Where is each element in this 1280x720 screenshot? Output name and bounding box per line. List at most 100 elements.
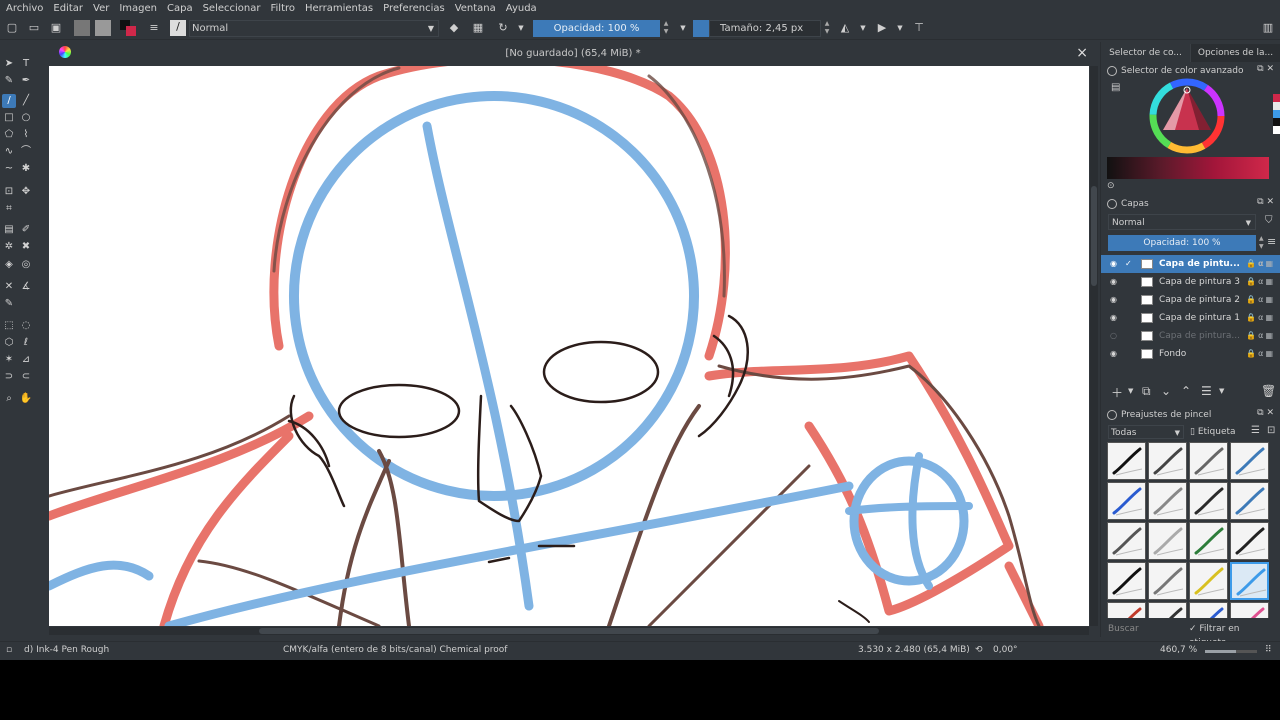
polyline-tool-icon[interactable]: ⌇ (19, 128, 33, 142)
chevron-down-icon[interactable]: ▼ (514, 21, 528, 35)
pan-tool-icon[interactable]: ✋ (19, 392, 33, 406)
opacity-spin[interactable]: ▲ ▼ (662, 20, 670, 37)
float-close-icon[interactable]: ⧉ ✕ (1257, 408, 1274, 418)
size-slider[interactable]: Tamaño: 2,45 px (709, 20, 821, 37)
dock-layout-icon[interactable]: ▥ (1261, 21, 1275, 35)
eraser-icon[interactable]: ◆ (447, 21, 461, 35)
size-slider-fill[interactable] (693, 20, 709, 37)
brush-preset[interactable] (1230, 482, 1269, 520)
vertical-scrollbar[interactable] (1090, 66, 1098, 626)
line-tool-icon[interactable]: ╱ (19, 94, 33, 108)
gradient-tool-icon[interactable]: ▤ (2, 223, 16, 237)
layer-properties-icon[interactable]: ☰ (1201, 384, 1212, 398)
close-document-button[interactable]: × (1076, 45, 1088, 61)
horizontal-scroll-thumb[interactable] (259, 628, 879, 634)
layer-row[interactable]: ○ Capa de pintura... 🔒α▦ (1101, 327, 1280, 345)
visibility-eye-icon[interactable]: ◉ (1110, 255, 1117, 273)
brush-preset[interactable] (1107, 442, 1146, 480)
fg-bg-color-icon[interactable] (120, 20, 136, 36)
layer-check-icon[interactable]: ✓ (1125, 255, 1132, 273)
mirror-horizontal-icon[interactable]: ◭ (838, 21, 852, 35)
edit-shapes-icon[interactable]: ✎ (2, 74, 16, 88)
enclose-fill-icon[interactable]: ◎ (19, 258, 33, 272)
chevron-down-icon[interactable]: ▼ (856, 21, 870, 35)
open-folder-icon[interactable]: ▭ (27, 21, 41, 35)
freehand-brush-icon[interactable]: / (2, 94, 16, 108)
brush-preset[interactable] (1189, 562, 1228, 600)
freehand-path-icon[interactable]: ⌒ (19, 145, 33, 159)
float-close-icon[interactable]: ⧉ ✕ (1257, 64, 1274, 74)
brush-preset[interactable] (1148, 602, 1187, 618)
brush-preset[interactable] (1230, 602, 1269, 618)
tab-tool-options[interactable]: Opciones de la... (1191, 44, 1280, 62)
menu-item-10[interactable]: Ayuda (506, 3, 537, 14)
move-down-icon[interactable]: ⌄ (1161, 384, 1171, 398)
menu-item-2[interactable]: Ver (93, 3, 109, 14)
ellipse-tool-icon[interactable]: ○ (19, 111, 33, 125)
brush-preset[interactable] (1148, 562, 1187, 600)
color-wheel-icon[interactable] (59, 46, 71, 58)
smart-patch-icon[interactable]: ✖ (19, 240, 33, 254)
freehand-select-icon[interactable]: ℓ (19, 336, 33, 350)
document-tab[interactable]: [No guardado] (65,4 MiB) * × (48, 42, 1098, 66)
brush-preset[interactable] (1148, 482, 1187, 520)
wrap-around-icon[interactable]: ⊤ (912, 21, 926, 35)
brush-preset[interactable] (1230, 522, 1269, 560)
assistant-tool-icon[interactable]: ✕ (2, 280, 16, 294)
filter-icon[interactable]: ⛉ (1265, 215, 1273, 226)
ellipse-select-icon[interactable]: ◌ (19, 319, 33, 333)
blend-mode-select[interactable]: Normal ▼ (189, 20, 439, 37)
multibrush-icon[interactable]: ✱ (19, 162, 33, 176)
reset-color-icon[interactable]: ⊙ (1107, 181, 1115, 191)
move-up-icon[interactable]: ⌃ (1181, 384, 1191, 398)
layer-lock-icons[interactable]: 🔒α▦ (1246, 327, 1275, 345)
menu-item-5[interactable]: Seleccionar (203, 3, 261, 14)
panel-settings-icon[interactable] (1107, 199, 1117, 209)
layer-row[interactable]: ◉ Fondo 🔒α▦ (1101, 345, 1280, 363)
layer-lock-icons[interactable]: 🔒α▦ (1246, 291, 1275, 309)
float-close-icon[interactable]: ⧉ ✕ (1257, 197, 1274, 207)
visibility-eye-icon[interactable]: ◉ (1110, 345, 1117, 363)
layer-lock-icons[interactable]: 🔒α▦ (1246, 255, 1275, 273)
chevron-down-icon[interactable]: ▼ (893, 21, 907, 35)
layer-row[interactable]: ◉ ✓ Capa de pintu... 🔒α▦ (1101, 255, 1280, 273)
visibility-eye-icon[interactable]: ○ (1110, 327, 1117, 345)
menu-item-6[interactable]: Filtro (270, 3, 295, 14)
visibility-eye-icon[interactable]: ◉ (1110, 273, 1117, 291)
transform-tool-icon[interactable]: ⊡ (2, 185, 16, 199)
zoom-tool-icon[interactable]: ⌕ (2, 392, 16, 406)
gradient-swatch[interactable] (74, 20, 90, 36)
color-history-strip[interactable] (1273, 94, 1280, 142)
bezier-tool-icon[interactable]: ∿ (2, 145, 16, 159)
brush-preset[interactable] (1148, 442, 1187, 480)
brush-preset[interactable] (1189, 442, 1228, 480)
brush-preset[interactable] (1148, 522, 1187, 560)
layer-opacity-slider[interactable]: Opacidad: 100 % (1108, 235, 1256, 251)
zoom-slider[interactable] (1205, 650, 1257, 653)
layer-lock-icons[interactable]: 🔒α▦ (1246, 273, 1275, 291)
menu-item-9[interactable]: Ventana (455, 3, 496, 14)
visibility-eye-icon[interactable]: ◉ (1110, 309, 1117, 327)
brush-preset[interactable] (1230, 562, 1269, 600)
menu-item-0[interactable]: Archivo (6, 3, 43, 14)
layer-blend-select[interactable]: Normal ▼ (1108, 214, 1256, 230)
rectangle-tool-icon[interactable]: □ (2, 111, 16, 125)
brush-tag-select[interactable]: ▯ Etiqueta (1187, 425, 1247, 439)
layers-menu-icon[interactable]: ≡ (1267, 235, 1276, 248)
color-picker-icon[interactable]: ✐ (19, 223, 33, 237)
zoom-grip-icon[interactable]: ⠿ (1265, 645, 1272, 655)
brush-preset[interactable] (1107, 602, 1146, 618)
duplicate-layer-icon[interactable]: ⧉ (1142, 384, 1151, 399)
dynamic-brush-icon[interactable]: ~ (2, 162, 16, 176)
magnetic-select-icon[interactable]: ⊂ (19, 370, 33, 384)
canvas[interactable] (49, 66, 1089, 626)
brush-preset[interactable] (1189, 482, 1228, 520)
chevron-down-icon[interactable]: ▼ (1128, 387, 1133, 395)
brush-preset-icon[interactable]: / (170, 20, 186, 36)
alpha-lock-icon[interactable]: ▦ (471, 21, 485, 35)
polygon-select-icon[interactable]: ⬡ (2, 336, 16, 350)
rotate-icon[interactable]: ⟲ (975, 645, 983, 655)
color-shade-bar[interactable] (1107, 157, 1269, 179)
hsv-color-wheel[interactable] (1149, 78, 1225, 154)
layer-row[interactable]: ◉ Capa de pintura 1 🔒α▦ (1101, 309, 1280, 327)
